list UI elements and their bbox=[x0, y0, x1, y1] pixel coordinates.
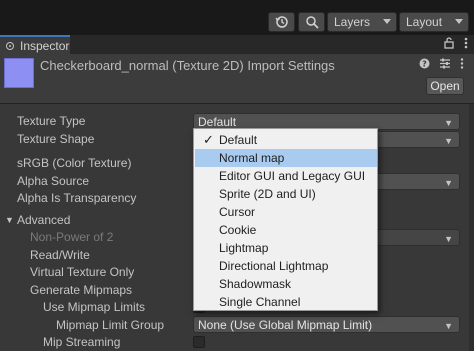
chevron-down-icon bbox=[455, 19, 463, 24]
chevron-down-icon bbox=[383, 19, 391, 24]
advanced-foldout[interactable]: Advanced bbox=[17, 213, 70, 227]
texture-type-value: Default bbox=[198, 114, 237, 129]
texture-type-popup-menu: ✓ Default Normal map Editor GUI and Lega… bbox=[193, 128, 378, 311]
history-button[interactable] bbox=[268, 12, 295, 32]
tab-inspector[interactable]: Inspector bbox=[0, 35, 70, 54]
popup-item-single-channel[interactable]: Single Channel bbox=[195, 293, 377, 311]
chevron-down-icon: ▼ bbox=[444, 118, 453, 128]
popup-item-default[interactable]: ✓ Default bbox=[195, 131, 377, 149]
alpha-is-transparency-label: Alpha Is Transparency bbox=[17, 191, 137, 205]
search-button[interactable] bbox=[298, 12, 325, 32]
popup-item-label: Sprite (2D and UI) bbox=[219, 187, 316, 201]
popup-item-editor-gui[interactable]: Editor GUI and Legacy GUI bbox=[195, 167, 377, 185]
popup-item-label: Lightmap bbox=[219, 241, 269, 255]
kebab-menu-icon[interactable] bbox=[464, 37, 468, 49]
checkmark-icon: ✓ bbox=[203, 132, 214, 147]
inspector-header: Checkerboard_normal (Texture 2D) Import … bbox=[0, 54, 474, 104]
popup-item-cursor[interactable]: Cursor bbox=[195, 203, 377, 221]
texture-type-label: Texture Type bbox=[17, 114, 86, 128]
popup-item-label: Single Channel bbox=[219, 295, 301, 309]
read-write-label: Read/Write bbox=[30, 248, 90, 262]
history-icon bbox=[274, 16, 288, 28]
open-button[interactable]: Open bbox=[426, 77, 464, 95]
popup-item-label: Cursor bbox=[219, 205, 256, 219]
mipmap-limit-group-label: Mipmap Limit Group bbox=[56, 318, 165, 332]
chevron-down-icon: ▼ bbox=[444, 178, 453, 188]
popup-item-cookie[interactable]: Cookie bbox=[195, 221, 377, 239]
popup-item-label: Cookie bbox=[219, 223, 257, 237]
chevron-down-icon: ▼ bbox=[444, 321, 453, 331]
svg-text:?: ? bbox=[422, 60, 427, 69]
header-icons: ? bbox=[419, 58, 464, 69]
texture-shape-label: Texture Shape bbox=[17, 132, 95, 146]
mip-streaming-label: Mip Streaming bbox=[43, 335, 121, 349]
popup-item-shadowmask[interactable]: Shadowmask bbox=[195, 275, 377, 293]
srgb-label: sRGB (Color Texture) bbox=[17, 156, 132, 170]
help-icon[interactable]: ? bbox=[419, 58, 430, 69]
asset-title: Checkerboard_normal (Texture 2D) Import … bbox=[40, 58, 335, 73]
main-toolbar: Layers Layout bbox=[0, 0, 474, 35]
alpha-source-label: Alpha Source bbox=[17, 174, 90, 188]
info-icon bbox=[6, 41, 14, 50]
tab-inspector-label: Inspector bbox=[20, 38, 70, 53]
foldout-arrow-icon[interactable]: ▼ bbox=[5, 215, 14, 225]
texture-thumbnail bbox=[4, 58, 34, 88]
use-mipmap-limits-label: Use Mipmap Limits bbox=[43, 300, 146, 314]
layout-label: Layout bbox=[406, 15, 443, 29]
popup-item-label: Directional Lightmap bbox=[219, 259, 329, 273]
layout-dropdown[interactable]: Layout bbox=[399, 12, 469, 32]
tab-icons bbox=[444, 37, 468, 49]
popup-item-label: Default bbox=[219, 133, 258, 147]
popup-item-sprite[interactable]: Sprite (2D and UI) bbox=[195, 185, 377, 203]
popup-item-label: Shadowmask bbox=[219, 277, 292, 291]
lock-icon[interactable] bbox=[444, 37, 454, 49]
popup-item-label: Normal map bbox=[219, 151, 285, 165]
layers-label: Layers bbox=[334, 15, 371, 29]
layers-dropdown[interactable]: Layers bbox=[327, 12, 397, 32]
chevron-down-icon: ▼ bbox=[444, 136, 453, 146]
popup-item-directional-lightmap[interactable]: Directional Lightmap bbox=[195, 257, 377, 275]
mipmap-limit-group-value: None (Use Global Mipmap Limit) bbox=[198, 317, 373, 332]
non-power-of-2-label: Non-Power of 2 bbox=[30, 230, 114, 244]
presets-icon[interactable] bbox=[439, 58, 451, 69]
mip-streaming-checkbox[interactable] bbox=[193, 336, 205, 348]
popup-item-normal-map[interactable]: Normal map bbox=[195, 149, 377, 167]
popup-item-lightmap[interactable]: Lightmap bbox=[195, 239, 377, 257]
inspector-scrollbar[interactable] bbox=[469, 104, 474, 351]
popup-item-label: Editor GUI and Legacy GUI bbox=[219, 169, 366, 183]
kebab-menu-icon[interactable] bbox=[460, 58, 464, 69]
chevron-down-icon: ▼ bbox=[444, 234, 453, 244]
mipmap-limit-group-dropdown[interactable]: None (Use Global Mipmap Limit) ▼ bbox=[193, 316, 460, 333]
search-icon bbox=[305, 16, 319, 29]
virtual-texture-only-label: Virtual Texture Only bbox=[30, 265, 135, 279]
generate-mipmaps-label: Generate Mipmaps bbox=[30, 283, 133, 297]
tab-strip: Inspector bbox=[0, 35, 474, 54]
